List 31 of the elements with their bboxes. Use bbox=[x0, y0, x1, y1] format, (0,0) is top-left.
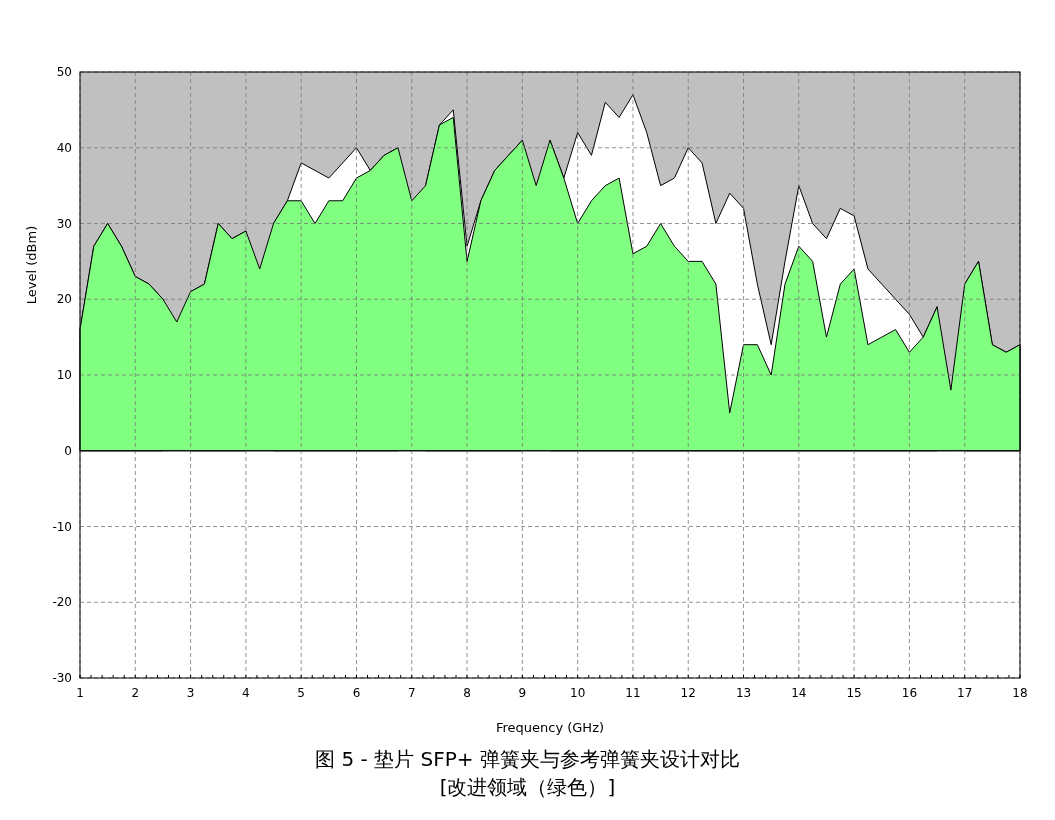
x-tick-label: 14 bbox=[791, 686, 807, 700]
x-tick-label: 10 bbox=[570, 686, 586, 700]
figure-caption: 图 5 - 垫片 SFP+ 弹簧夹与参考弹簧夹设计对比 bbox=[315, 746, 740, 773]
x-tick-label: 7 bbox=[407, 686, 416, 700]
x-tick-label: 17 bbox=[957, 686, 973, 700]
x-tick-label: 1 bbox=[76, 686, 84, 700]
x-tick-label: 15 bbox=[846, 686, 862, 700]
x-tick-label: 16 bbox=[901, 686, 918, 700]
x-tick-label: 2 bbox=[131, 686, 140, 700]
y-tick-label: 0 bbox=[64, 443, 72, 458]
y-tick-label: -30 bbox=[52, 671, 72, 685]
x-tick-label: 3 bbox=[186, 686, 195, 700]
y-tick-label: -20 bbox=[52, 595, 72, 610]
x-tick-label: 9 bbox=[518, 686, 527, 700]
y-tick-label: 30 bbox=[56, 216, 72, 231]
y-tick-label: 40 bbox=[56, 140, 72, 155]
y-axis-title: Level (dBm) bbox=[24, 225, 39, 305]
x-tick-label: 4 bbox=[242, 686, 250, 700]
y-tick-label: 20 bbox=[56, 292, 72, 307]
x-tick-label: 12 bbox=[680, 686, 696, 700]
x-tick-label: 13 bbox=[735, 686, 752, 700]
figure-caption: [改进领域（绿色）] bbox=[439, 774, 616, 801]
x-tick-label: 18 bbox=[1012, 686, 1028, 700]
y-tick-label: 50 bbox=[56, 65, 72, 79]
x-tick-label: 11 bbox=[625, 686, 641, 700]
y-tick-label: -10 bbox=[52, 519, 72, 534]
x-tick-label: 6 bbox=[352, 686, 361, 700]
x-tick-label: 8 bbox=[463, 686, 471, 700]
x-tick-label: 5 bbox=[297, 686, 305, 700]
y-tick-label: 10 bbox=[56, 368, 72, 382]
x-axis-title: Frequency (GHz) bbox=[495, 720, 605, 735]
